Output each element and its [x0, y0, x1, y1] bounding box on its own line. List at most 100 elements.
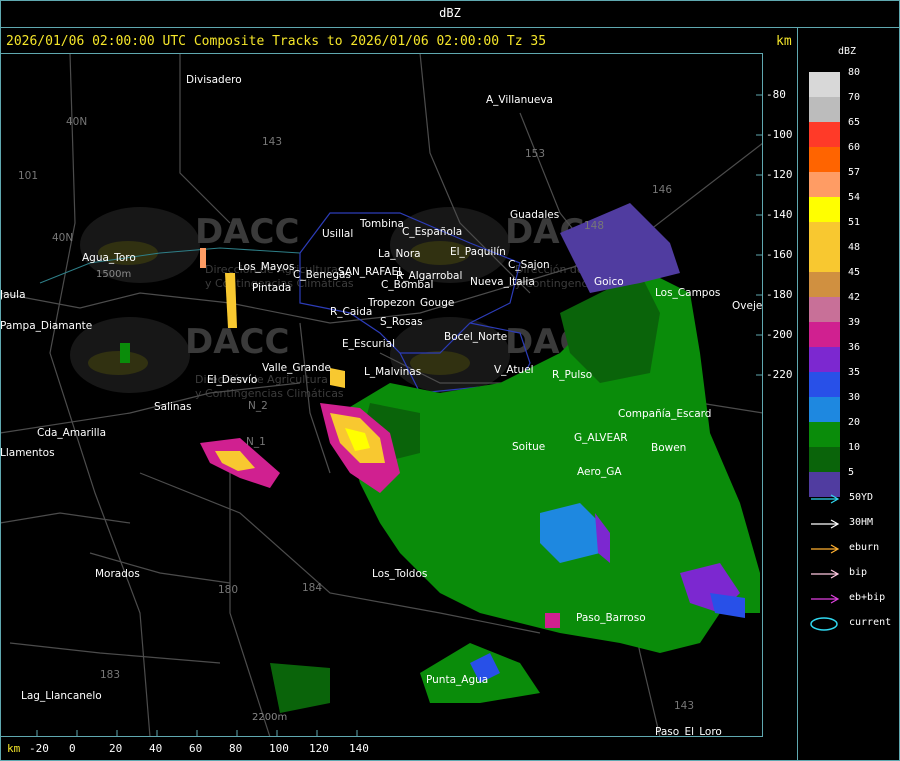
radar-map[interactable]: DACC Dirección de Agricultura y Contingenc… [0, 52, 764, 738]
route-label: 146 [652, 184, 672, 196]
legend-value-label: 30 [848, 392, 861, 403]
legend-value-label: 10 [848, 442, 861, 453]
y-tick-label: -100 [766, 128, 793, 141]
place-label: Gouge [420, 297, 454, 309]
watermark-logo-text: DACC [185, 322, 289, 362]
legend-value-label: 45 [848, 267, 861, 278]
track-legend-item[interactable]: eb+bip [809, 592, 894, 606]
legend-value-label: 57 [848, 167, 861, 178]
place-label: Lag_Llancanelo [21, 690, 102, 702]
place-label: Cda_Amarilla [37, 427, 106, 439]
legend-color-swatch [809, 72, 840, 97]
place-label: A_Villanueva [486, 94, 553, 106]
place-label: Divisadero [186, 74, 242, 86]
x-tick-label: 140 [349, 742, 369, 755]
legend-value-label: 65 [848, 117, 861, 128]
x-tick-label: 100 [269, 742, 289, 755]
legend-value-label: 48 [848, 242, 861, 253]
place-label: S_Rosas [380, 316, 423, 328]
route-label: 183 [100, 669, 120, 681]
legend-value-label: 60 [848, 142, 861, 153]
place-label: Paso_Barroso [576, 612, 646, 624]
place-label: Compañía_Escard [618, 408, 711, 420]
title-bar: dBZ [0, 0, 900, 28]
legend-value-label: 39 [848, 317, 861, 328]
legend-value-label: 20 [848, 417, 861, 428]
track-arrow-icon [811, 519, 840, 529]
place-label: Oveje [732, 300, 762, 312]
dbz-color-scale [809, 72, 840, 497]
composite-header: 2026/01/06 02:00:00 UTC Composite Tracks… [6, 34, 547, 49]
place-label: La_Nora [378, 248, 421, 260]
place-label: Jaula [0, 289, 26, 301]
place-label: El_Desvío [207, 374, 257, 386]
legend-color-swatch [809, 222, 840, 247]
route-label: 40N [66, 116, 87, 128]
place-label: R_Pulso [552, 369, 592, 381]
x-tick-label: 80 [229, 742, 243, 755]
legend-value-label: 70 [848, 92, 861, 103]
route-label: 180 [218, 584, 238, 596]
legend-value-label: 54 [848, 192, 861, 203]
y-tick-label: -200 [766, 328, 793, 341]
x-axis-unit: km [7, 742, 21, 755]
legend-color-swatch [809, 297, 840, 322]
elevation-label: 1500m [96, 269, 131, 280]
track-label: bip [849, 567, 868, 578]
place-label: Salinas [154, 401, 192, 413]
legend-color-swatch [809, 347, 840, 372]
place-label: Goico [594, 276, 624, 288]
place-label: Tombina [359, 218, 404, 230]
x-tick-label: 60 [189, 742, 203, 755]
y-tick-label: -80 [766, 88, 786, 101]
route-label: 148 [584, 220, 604, 232]
track-legend-item[interactable]: 30HM [809, 517, 894, 531]
x-tick-label: 40 [149, 742, 163, 755]
legend-value-label: 35 [848, 367, 861, 378]
legend-color-swatch [809, 147, 840, 172]
legend-color-swatch [809, 172, 840, 197]
place-label: Usillal [322, 228, 353, 240]
place-label: Tropezon [367, 297, 415, 309]
place-label: C_Española [402, 226, 462, 238]
place-label: Nueva_Italia [470, 276, 535, 288]
place-label: C_Sajon [508, 259, 550, 271]
current-ellipse-icon [810, 617, 838, 631]
route-label: N_2 [248, 400, 268, 412]
place-label: Valle_Grande [262, 362, 331, 374]
window-title: dBZ [439, 6, 461, 20]
legend-value-label: 36 [848, 342, 861, 353]
track-label: 50YD [849, 492, 874, 503]
legend-value-label: 5 [848, 467, 855, 478]
legend-title: dBZ [838, 46, 857, 57]
track-legend-item[interactable]: 50YD [809, 492, 894, 506]
legend-color-swatch [809, 322, 840, 347]
y-tick-label: -180 [766, 288, 793, 301]
watermark-line2: y Contingencias Climáticas [195, 387, 344, 400]
x-tick-label: 120 [309, 742, 329, 755]
place-label: Pintada [252, 282, 291, 294]
radar-map-canvas[interactable]: DACCDirección de Agriculturay Contingenc… [0, 52, 764, 738]
place-label: Bowen [651, 442, 686, 454]
place-label: R_Caida [330, 306, 372, 318]
track-legend-item[interactable]: current [809, 617, 894, 631]
track-label: eburn [849, 542, 880, 553]
y-tick-label: -120 [766, 168, 793, 181]
track-legend-item[interactable]: eburn [809, 542, 894, 556]
place-label: Agua_Toro [82, 252, 136, 264]
legend-color-swatch [809, 97, 840, 122]
place-label: SAN_RAFAEL [338, 266, 404, 278]
header-unit: km [776, 34, 792, 49]
route-label: 143 [674, 700, 694, 712]
route-label: 143 [262, 136, 282, 148]
place-label: Morados [95, 568, 140, 580]
y-tick-label: -140 [766, 208, 793, 221]
place-label: Los_Campos [655, 287, 720, 299]
legend-color-swatch [809, 197, 840, 222]
track-legend-item[interactable]: bip [809, 567, 894, 581]
track-label: 30HM [849, 517, 874, 528]
x-tick-label: -20 [29, 742, 49, 755]
place-label: Aero_GA [577, 466, 622, 478]
watermark-logo-text: DACC [195, 212, 299, 252]
legend-value-label: 51 [848, 217, 861, 228]
